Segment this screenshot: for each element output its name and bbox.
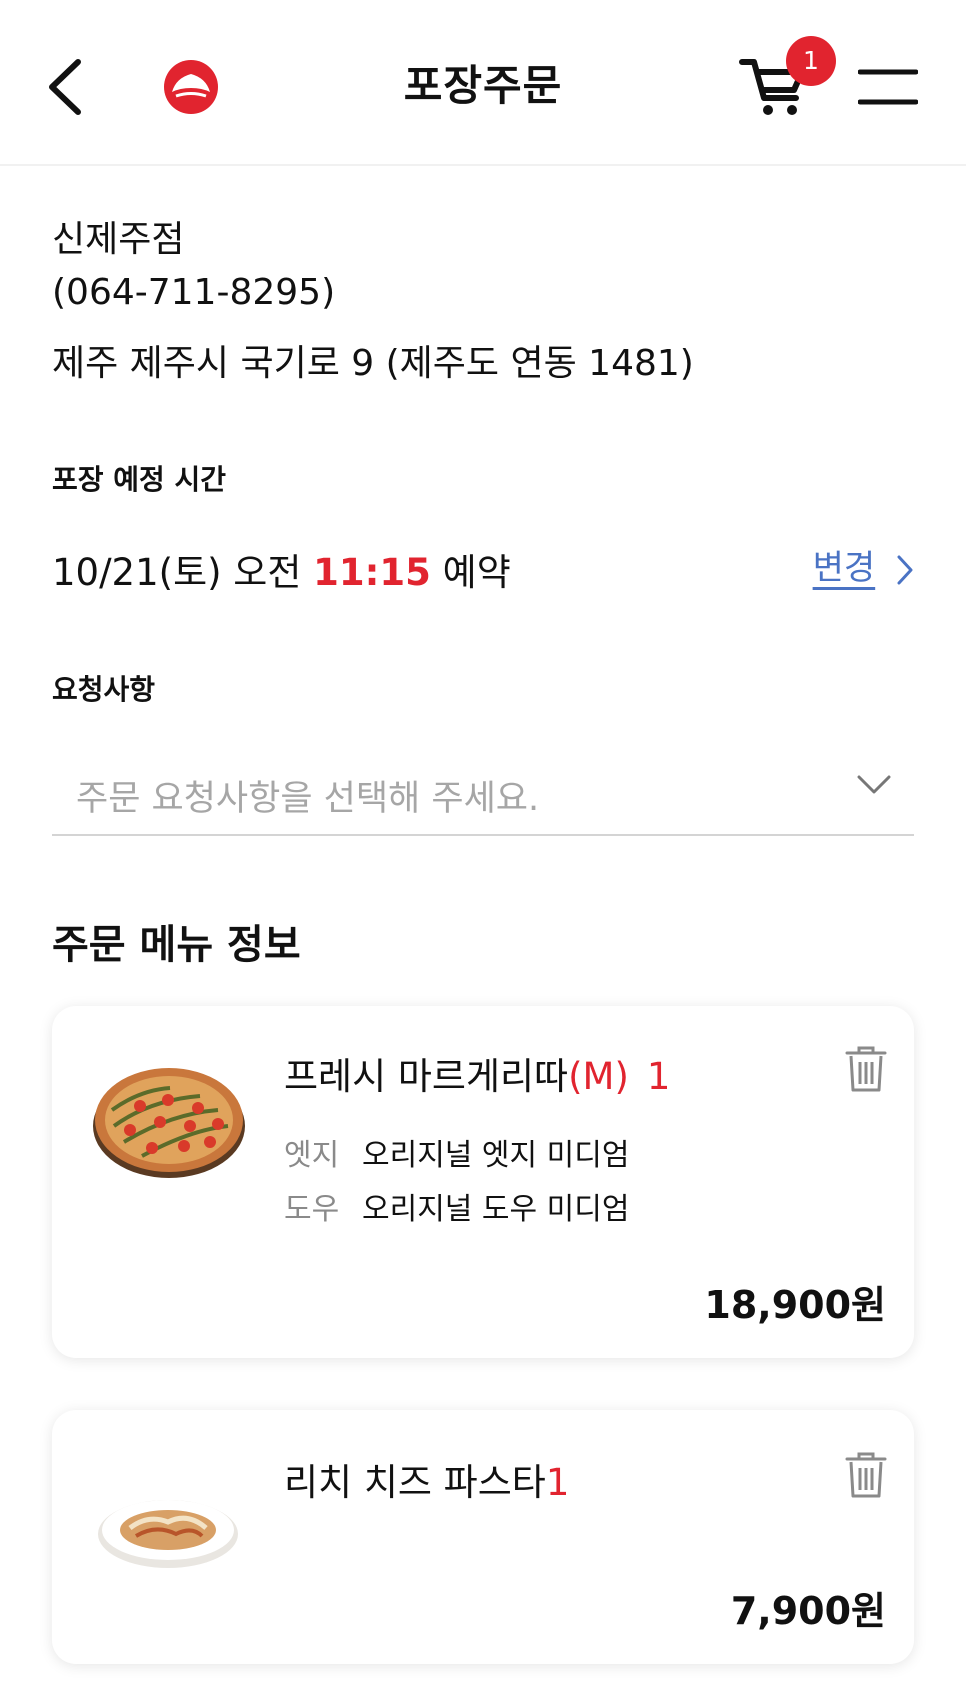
item-title: 리치 치즈 파스타 (284, 1461, 546, 1504)
request-placeholder: 주문 요청사항을 선택해 주세요. (76, 779, 540, 819)
item-quantity: 1 (646, 1055, 671, 1098)
change-time-link[interactable]: 변경 (813, 540, 914, 589)
store-phone: (064-711-8295) (52, 272, 336, 313)
request-label: 요청사항 (52, 673, 156, 706)
order-item-card: 리치 치즈 파스타1 7,900원 (52, 1410, 914, 1664)
item-quantity: 1 (545, 1461, 570, 1504)
order-section-title: 주문 메뉴 정보 (52, 922, 301, 968)
pickup-date: 10/21(토) 오전 (52, 551, 314, 594)
item-name: 프레시 마르게리따(M) 1 (284, 1046, 670, 1100)
hamburger-menu-icon (857, 69, 919, 105)
pickup-time: 11:15 (313, 551, 431, 594)
pickup-time-label: 포장 예정 시간 (52, 463, 227, 496)
item-size: (M) (568, 1055, 629, 1098)
option-value: 오리지널 엣지 미디엄 (362, 1138, 630, 1173)
chevron-right-icon (897, 555, 913, 584)
delete-item-button[interactable] (844, 1450, 888, 1500)
item-title: 프레시 마르게리따 (284, 1055, 569, 1098)
chevron-down-icon (857, 775, 891, 794)
pasta-image (96, 1484, 240, 1578)
delete-item-button[interactable] (844, 1044, 888, 1094)
option-value: 오리지널 도우 미디엄 (362, 1192, 630, 1227)
option-key: 도우 (284, 1192, 340, 1227)
cart-count-badge: 1 (786, 36, 836, 86)
item-option-row: 엣지 오리지널 엣지 미디엄 (284, 1130, 629, 1174)
request-select[interactable]: 주문 요청사항을 선택해 주세요. (52, 752, 914, 836)
item-price: 7,900원 (730, 1589, 886, 1633)
option-key: 엣지 (284, 1138, 340, 1173)
item-name: 리치 치즈 파스타1 (284, 1452, 569, 1506)
pickup-time-value: 10/21(토) 오전 11:15 예약 (52, 542, 511, 596)
change-time-label: 변경 (812, 548, 876, 588)
trash-icon (845, 1452, 887, 1498)
pizza-image (90, 1060, 248, 1186)
pickup-suffix: 예약 (430, 551, 511, 594)
hamburger-menu-button[interactable] (857, 66, 919, 112)
store-name: 신제주점 (52, 219, 185, 260)
order-item-card: 프레시 마르게리따(M) 1 엣지 오리지널 엣지 미디엄 도우 오리지널 도우 미디… (52, 1006, 914, 1358)
item-price: 18,900원 (704, 1283, 886, 1327)
store-address: 제주 제주시 국기로 9 (제주도 연동 1481) (52, 343, 694, 384)
item-option-row: 도우 오리지널 도우 미디엄 (284, 1184, 629, 1228)
top-app-bar: 포장주문 1 (0, 0, 966, 166)
trash-icon (845, 1046, 887, 1092)
